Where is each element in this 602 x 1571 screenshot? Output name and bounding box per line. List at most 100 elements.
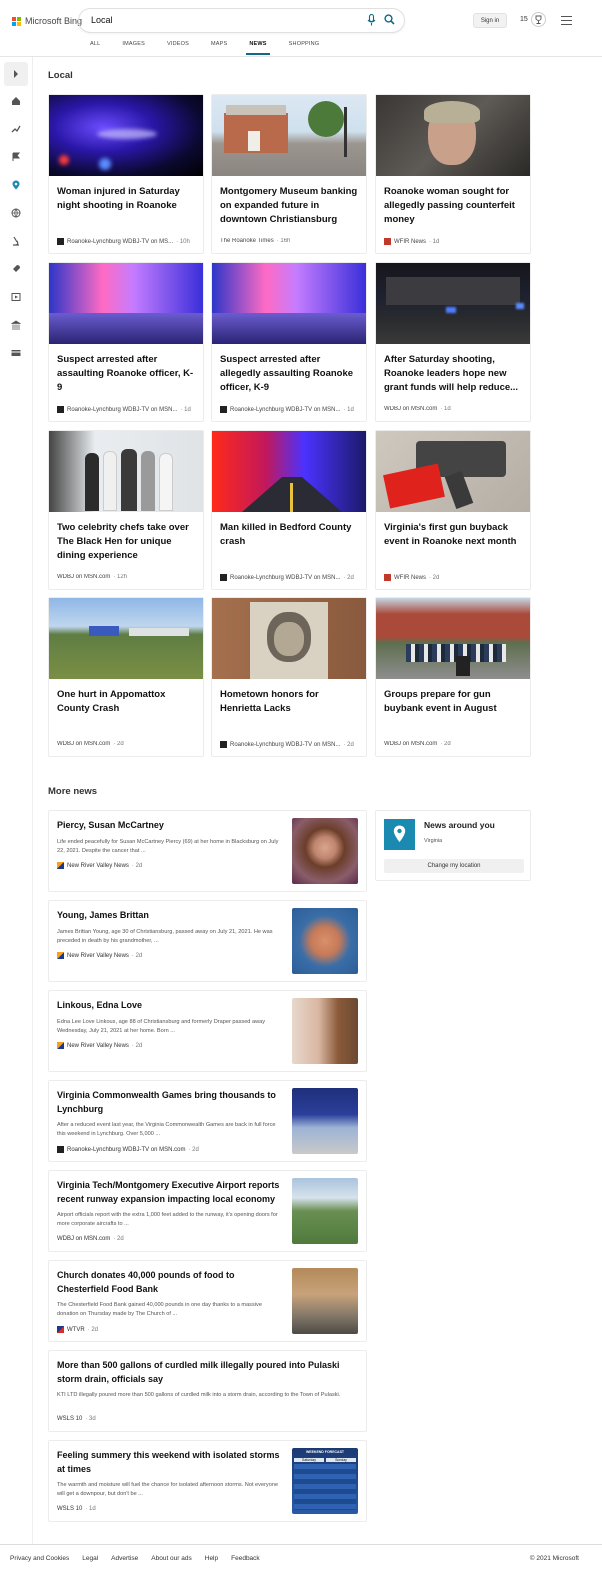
news-card-source: Roanoke-Lynchburg WDBJ-TV on MSN... · 2d xyxy=(220,741,365,748)
footer-link-advertise[interactable]: Advertise xyxy=(111,1555,138,1562)
brand-name: Microsoft Bing xyxy=(25,16,83,26)
news-card[interactable]: Montgomery Museum banking on expanded fu… xyxy=(211,94,367,254)
news-card[interactable]: Man killed in Bedford County crash Roano… xyxy=(211,430,367,590)
current-location: Virginia xyxy=(424,838,443,844)
rewards-trophy-icon[interactable] xyxy=(531,12,546,27)
news-card-image xyxy=(49,431,203,512)
news-card-image xyxy=(212,431,366,512)
tab-all[interactable]: ALL xyxy=(90,41,100,47)
more-news-title[interactable]: Virginia Commonwealth Games bring thousa… xyxy=(57,1089,283,1116)
news-around-you-title: News around you xyxy=(424,820,495,830)
footer-link-privacy[interactable]: Privacy and Cookies xyxy=(10,1555,69,1562)
tab-videos[interactable]: VIDEOS xyxy=(167,41,189,47)
more-news-title[interactable]: Linkous, Edna Love xyxy=(57,999,283,1013)
tab-maps[interactable]: MAPS xyxy=(211,41,227,47)
rewards-points[interactable]: 15 xyxy=(520,16,528,23)
news-card-title[interactable]: Groups prepare for gun buybank event in … xyxy=(384,688,524,716)
news-card-title[interactable]: Two celebrity chefs take over The Black … xyxy=(57,521,197,563)
news-card-source: The Roanoke Times · 16h xyxy=(220,238,291,244)
search-icon[interactable] xyxy=(384,14,395,25)
more-news-item[interactable]: Piercy, Susan McCartney Life ended peace… xyxy=(48,810,367,892)
footer-link-legal[interactable]: Legal xyxy=(82,1555,98,1562)
news-card-image xyxy=(49,598,203,679)
news-card-title[interactable]: Man killed in Bedford County crash xyxy=(220,521,360,549)
category-sidebar xyxy=(0,57,33,1544)
more-news-desc: Life ended peacefully for Susan McCartne… xyxy=(57,839,279,854)
flag-icon[interactable] xyxy=(11,152,21,162)
news-card[interactable]: Woman injured in Saturday night shooting… xyxy=(48,94,204,254)
more-news-item[interactable]: Virginia Tech/Montgomery Executive Airpo… xyxy=(48,1170,367,1252)
news-card[interactable]: One hurt in Appomattox County Crash WDBJ… xyxy=(48,597,204,757)
more-news-item[interactable]: Feeling summery this weekend with isolat… xyxy=(48,1440,367,1522)
news-card-image xyxy=(376,598,530,679)
news-card[interactable]: Groups prepare for gun buybank event in … xyxy=(375,597,531,757)
tab-news[interactable]: NEWS xyxy=(246,41,271,55)
tab-shopping[interactable]: SHOPPING xyxy=(289,41,320,47)
news-card-title[interactable]: One hurt in Appomattox County Crash xyxy=(57,688,197,716)
card-icon[interactable] xyxy=(11,348,21,358)
sign-in-button[interactable]: Sign in xyxy=(473,13,507,28)
news-card[interactable]: Two celebrity chefs take over The Black … xyxy=(48,430,204,590)
news-card[interactable]: Hometown honors for Henrietta Lacks Roan… xyxy=(211,597,367,757)
news-card-title[interactable]: Suspect arrested after allegedly assault… xyxy=(220,353,360,395)
news-card[interactable]: After Saturday shooting, Roanoke leaders… xyxy=(375,262,531,422)
footer-link-help[interactable]: Help xyxy=(205,1555,218,1562)
more-news-item[interactable]: Young, James Brittan James Brittan Young… xyxy=(48,900,367,982)
news-card-title[interactable]: Hometown honors for Henrietta Lacks xyxy=(220,688,360,716)
more-news-item[interactable]: Church donates 40,000 pounds of food to … xyxy=(48,1260,367,1342)
nrv-logo-icon xyxy=(57,952,64,959)
sidebar-expand-button[interactable] xyxy=(4,62,28,86)
wdbj-logo-icon xyxy=(220,741,227,748)
home-icon[interactable] xyxy=(11,96,21,106)
globe-icon[interactable] xyxy=(11,208,21,218)
news-card[interactable]: Suspect arrested after allegedly assault… xyxy=(211,262,367,422)
news-card-title[interactable]: Roanoke woman sought for allegedly passi… xyxy=(384,185,524,227)
more-news-item[interactable]: Linkous, Edna Love Edna Lee Love Linkous… xyxy=(48,990,367,1072)
news-card-title[interactable]: Woman injured in Saturday night shooting… xyxy=(57,185,197,213)
news-card[interactable]: Virginia's first gun buyback event in Ro… xyxy=(375,430,531,590)
news-card[interactable]: Roanoke woman sought for allegedly passi… xyxy=(375,94,531,254)
more-news-title[interactable]: More than 500 gallons of curdled milk il… xyxy=(57,1359,357,1386)
more-news-source: Roanoke-Lynchburg WDBJ-TV on MSN.com · 2d xyxy=(57,1146,199,1153)
more-news-item[interactable]: More than 500 gallons of curdled milk il… xyxy=(48,1350,367,1432)
microphone-icon[interactable] xyxy=(367,14,376,26)
bing-logo[interactable]: Microsoft Bing xyxy=(12,16,82,26)
more-news-title[interactable]: Young, James Brittan xyxy=(57,909,283,923)
search-box[interactable] xyxy=(79,9,404,32)
location-icon[interactable] xyxy=(11,180,21,190)
change-location-button[interactable]: Change my location xyxy=(384,859,524,873)
rocket-icon[interactable] xyxy=(11,264,21,274)
news-card-title[interactable]: Suspect arrested after assaulting Roanok… xyxy=(57,353,197,395)
copyright: © 2021 Microsoft xyxy=(529,1555,579,1562)
more-news-image xyxy=(292,998,358,1064)
news-card-title[interactable]: Virginia's first gun buyback event in Ro… xyxy=(384,521,524,549)
bank-icon[interactable] xyxy=(11,320,21,330)
video-icon[interactable] xyxy=(11,292,21,302)
news-card-image xyxy=(212,95,366,176)
footer-link-feedback[interactable]: Feedback xyxy=(231,1555,260,1562)
tab-images[interactable]: IMAGES xyxy=(122,41,145,47)
news-card-image xyxy=(212,263,366,344)
menu-icon[interactable] xyxy=(561,16,572,28)
news-card-title[interactable]: After Saturday shooting, Roanoke leaders… xyxy=(384,353,524,395)
news-card-source: Roanoke-Lynchburg WDBJ-TV on MSN... · 1d xyxy=(220,406,365,413)
wdbj-logo-icon xyxy=(57,238,64,245)
more-news-title[interactable]: Church donates 40,000 pounds of food to … xyxy=(57,1269,283,1296)
news-card-title[interactable]: Montgomery Museum banking on expanded fu… xyxy=(220,185,360,227)
local-heading: Local xyxy=(48,70,73,81)
news-card-source: Roanoke-Lynchburg WDBJ-TV on MSN... · 2d xyxy=(220,574,365,581)
more-news-image xyxy=(292,818,358,884)
more-news-title[interactable]: Virginia Tech/Montgomery Executive Airpo… xyxy=(57,1179,283,1206)
location-pin-icon xyxy=(384,819,415,850)
news-card-image xyxy=(49,95,203,176)
news-card[interactable]: Suspect arrested after assaulting Roanok… xyxy=(48,262,204,422)
footer-link-about-ads[interactable]: About our ads xyxy=(151,1555,191,1562)
more-news-title[interactable]: Feeling summery this weekend with isolat… xyxy=(57,1449,283,1476)
trending-icon[interactable] xyxy=(11,124,21,134)
more-news-title[interactable]: Piercy, Susan McCartney xyxy=(57,819,283,833)
weather-forecast-header: WEEKEND FORECAST xyxy=(305,1450,345,1454)
more-news-image: WEEKEND FORECAST Saturday Sunday xyxy=(292,1448,358,1514)
more-news-item[interactable]: Virginia Commonwealth Games bring thousa… xyxy=(48,1080,367,1162)
science-icon[interactable] xyxy=(11,236,21,246)
search-input[interactable] xyxy=(91,15,341,25)
